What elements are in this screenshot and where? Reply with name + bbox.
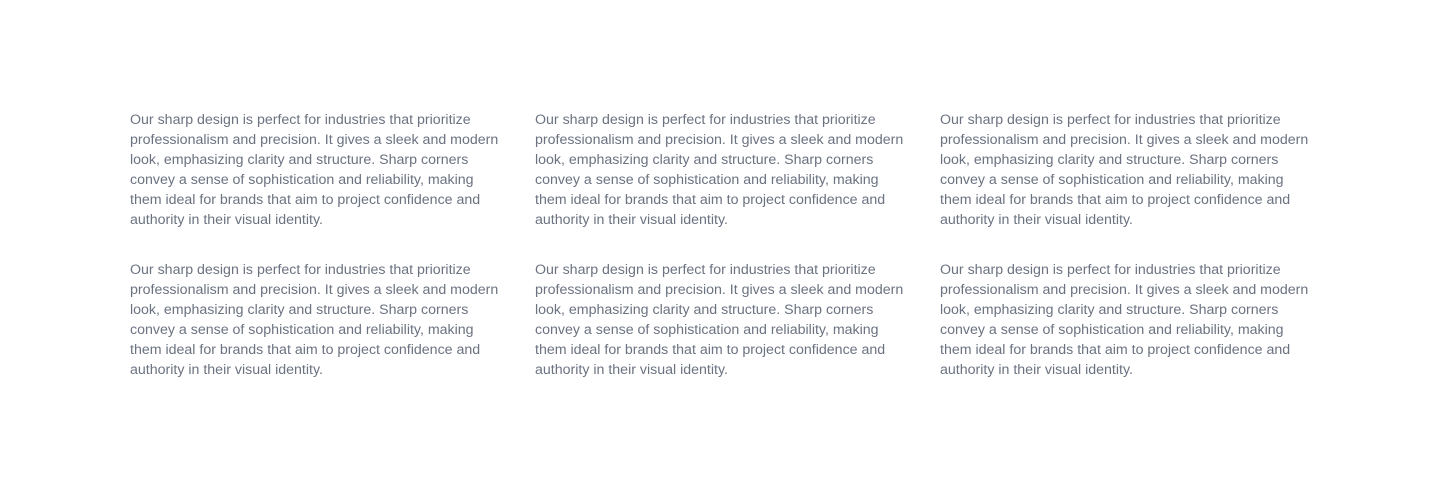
- card-description: Our sharp design is perfect for industri…: [535, 262, 904, 378]
- card-description: Our sharp design is perfect for industri…: [940, 112, 1309, 228]
- text-card: Our sharp design is perfect for industri…: [130, 260, 500, 380]
- card-description: Our sharp design is perfect for industri…: [535, 112, 904, 228]
- card-description: Our sharp design is perfect for industri…: [940, 262, 1309, 378]
- card-description: Our sharp design is perfect for industri…: [130, 112, 499, 228]
- card-description: Our sharp design is perfect for industri…: [130, 262, 499, 378]
- text-card: Our sharp design is perfect for industri…: [535, 110, 905, 230]
- text-card: Our sharp design is perfect for industri…: [535, 260, 905, 380]
- text-card: Our sharp design is perfect for industri…: [940, 110, 1310, 230]
- text-card: Our sharp design is perfect for industri…: [940, 260, 1310, 380]
- feature-text-grid: Our sharp design is perfect for industri…: [130, 110, 1310, 380]
- text-card: Our sharp design is perfect for industri…: [130, 110, 500, 230]
